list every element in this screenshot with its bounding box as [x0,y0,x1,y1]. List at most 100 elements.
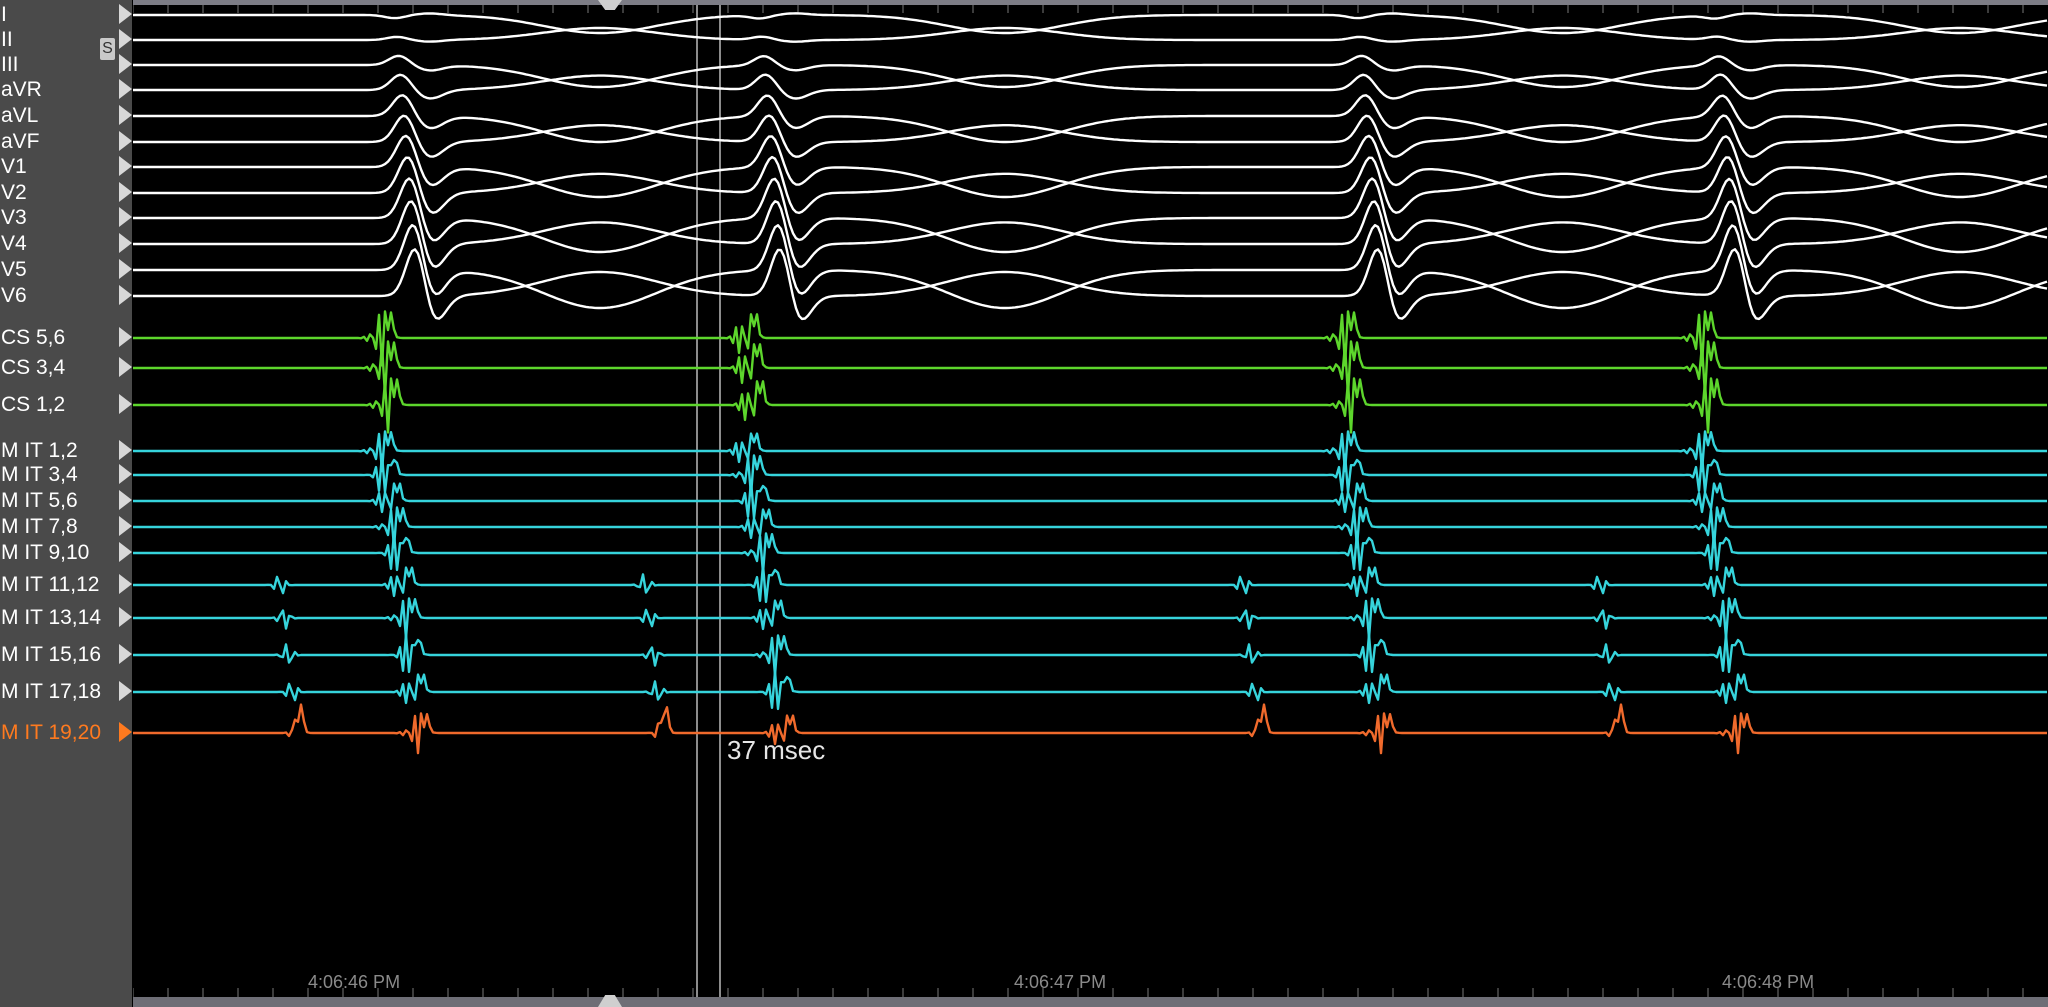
waveform-trace [133,597,2047,640]
lead-arrow-icon[interactable] [119,722,132,742]
lead-label: M IT 7,8 [1,515,78,538]
lead-row[interactable]: M IT 19,20 [0,720,132,746]
lead-arrow-icon[interactable] [119,156,132,176]
lead-arrow-icon[interactable] [119,259,132,279]
waveform-trace [133,73,2048,100]
time-label: 4:06:46 PM [308,972,401,992]
lead-arrow-icon[interactable] [119,607,132,627]
lead-row[interactable]: CS 5,6 [0,325,132,351]
lead-row[interactable]: M IT 13,14 [0,605,132,631]
waveform-plot[interactable] [133,0,2048,1007]
lead-row[interactable]: M IT 7,8 [0,514,132,540]
waveform-trace [133,670,2047,711]
lead-arrow-icon[interactable] [119,394,132,414]
lead-label: II [1,28,13,51]
lead-row[interactable]: M IT 11,12 [0,572,132,598]
bottom-time-bar[interactable] [133,997,2048,1007]
lead-arrow-icon[interactable] [119,207,132,227]
lead-arrow-icon[interactable] [119,464,132,484]
lead-arrow-icon[interactable] [119,131,132,151]
lead-row[interactable]: aVR [0,77,132,103]
lead-label: M IT 13,14 [1,606,101,629]
lead-label: CS 1,2 [1,393,66,416]
lead-arrow-icon[interactable] [119,105,132,125]
lead-label: CS 3,4 [1,356,66,379]
waveform-trace [133,479,2047,520]
lead-arrow-icon[interactable] [119,681,132,701]
lead-arrow-icon[interactable] [119,357,132,377]
lead-row[interactable]: aVF [0,129,132,155]
lead-arrow-icon[interactable] [119,4,132,24]
lead-label: M IT 9,10 [1,541,90,564]
lead-arrow-icon[interactable] [119,574,132,594]
lead-arrow-icon[interactable] [119,79,132,99]
waveform-trace [133,340,2047,397]
caliper-measurement-label: 37 msec [727,735,826,765]
lead-row[interactable]: I [0,2,132,28]
lead-row[interactable]: M IT 9,10 [0,540,132,566]
lead-arrow-icon[interactable] [119,233,132,253]
lead-row[interactable]: CS 1,2 [0,392,132,418]
time-label: 4:06:47 PM [1014,972,1107,992]
waveform-trace [133,563,2047,604]
lead-arrow-icon[interactable] [119,516,132,536]
lead-row[interactable]: M IT 17,18 [0,679,132,705]
lead-label: V5 [1,258,27,281]
lead-label: M IT 1,2 [1,439,78,462]
waveform-trace [133,248,2048,321]
lead-label: V4 [1,232,27,255]
lead-row[interactable]: M IT 5,6 [0,488,132,514]
lead-label: M IT 15,16 [1,643,101,666]
lead-row[interactable]: V3 [0,205,132,231]
waveform-trace [133,12,2048,35]
waveform-trace [133,531,2047,575]
lead-label: aVR [1,78,42,101]
lead-label: V6 [1,284,27,307]
lead-row[interactable]: M IT 15,16 [0,642,132,668]
waveform-trace [133,633,2047,677]
waveform-trace [133,94,2048,144]
waveform-trace [133,453,2047,497]
lead-arrow-icon[interactable] [119,644,132,664]
lead-label: M IT 5,6 [1,489,78,512]
lead-arrow-icon[interactable] [119,490,132,510]
lead-row[interactable]: M IT 1,2 [0,438,132,464]
s-badge[interactable]: S [100,38,115,60]
lead-label: aVF [1,130,40,153]
waveform-trace [133,377,2047,434]
lead-row[interactable]: V2 [0,180,132,206]
lead-label: M IT 3,4 [1,463,78,486]
waveform-trace [133,506,2047,549]
lead-arrow-icon[interactable] [119,29,132,49]
lead-label: M IT 19,20 [1,721,101,744]
lead-label-sidebar: I II III aVR aVL aVF V1 V2 V3 V4 V5 V6 CS 5,6 CS 3,4 C… [0,0,132,1007]
lead-label: V1 [1,155,27,178]
lead-arrow-icon[interactable] [119,54,132,74]
lead-row[interactable]: V4 [0,231,132,257]
lead-row[interactable]: V6 [0,283,132,309]
lead-arrow-icon[interactable] [119,285,132,305]
ep-recording-viewer: I II III aVR aVL aVF V1 V2 V3 V4 V5 V6 CS 5,6 CS 3,4 C… [0,0,2048,1007]
waveform-trace [133,54,2048,89]
lead-label: I [1,3,7,26]
time-label: 4:06:48 PM [1722,972,1815,992]
lead-label: M IT 11,12 [1,573,100,596]
lead-label: aVL [1,104,39,127]
lead-label: M IT 17,18 [1,680,101,703]
waveform-trace [133,703,2047,755]
lead-arrow-icon[interactable] [119,542,132,562]
lead-label: CS 5,6 [1,326,66,349]
lead-arrow-icon[interactable] [119,327,132,347]
lead-row[interactable]: M IT 3,4 [0,462,132,488]
lead-label: III [1,53,19,76]
waveform-trace [133,430,2047,473]
lead-label: V2 [1,181,27,204]
lead-row[interactable]: V5 [0,257,132,283]
lead-row[interactable]: CS 3,4 [0,355,132,381]
lead-arrow-icon[interactable] [119,440,132,460]
lead-row[interactable]: V1 [0,154,132,180]
lead-row[interactable]: aVL [0,103,132,129]
lead-arrow-icon[interactable] [119,182,132,202]
waveform-canvas [133,5,2048,997]
lead-label: V3 [1,206,27,229]
